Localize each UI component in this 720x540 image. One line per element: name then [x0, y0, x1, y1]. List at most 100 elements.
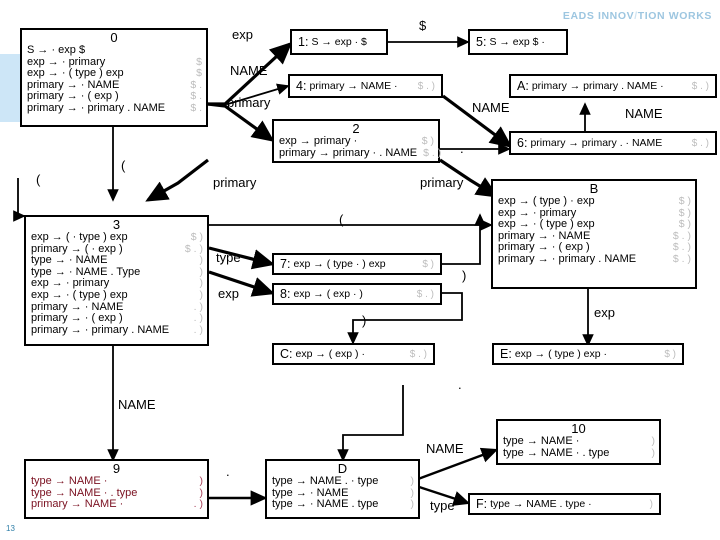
lookahead: $ . )	[416, 288, 434, 300]
state-node-4[interactable]: 4: primary → NAME · $ . )	[288, 74, 443, 98]
state-A-content: A: primary → primary . NAME · $ . )	[511, 76, 715, 96]
state-9-items: type → NAME ·) type → NAME · . type) pri…	[26, 475, 207, 512]
lookahead: )	[649, 498, 653, 510]
edge-label-rparen-8-C: )	[362, 313, 367, 328]
state-node-6[interactable]: 6: primary → primary . · NAME $ . )	[509, 131, 717, 155]
state-9-title: 9	[112, 461, 121, 476]
state-E-content: E: exp → ( type ) exp · $ )	[494, 345, 682, 363]
state-8-content: 8: exp → ( exp · ) $ . )	[274, 285, 440, 303]
state-node-3[interactable]: 3 exp → ( · type ) exp $ ) primary → ( · …	[24, 215, 209, 346]
state-0-title: 0	[110, 30, 118, 45]
production: S → · exp $	[27, 44, 86, 56]
item-row: exp → ( type ) · exp $ )	[498, 195, 691, 208]
state-node-C[interactable]: C: exp → ( exp ) · $ . )	[272, 343, 435, 365]
state-D-title: D	[337, 461, 348, 476]
lookahead: . )	[193, 498, 203, 511]
state-node-2[interactable]: 2 exp → primary · $ ) primary → primary ·…	[272, 119, 441, 163]
state-node-E[interactable]: E: exp → ( type ) exp · $ )	[492, 343, 684, 365]
state-7-content: 7: exp → ( type · ) exp $ )	[274, 255, 440, 273]
lookahead: $ )	[190, 231, 203, 243]
state-1-content: 1: S → exp · $	[292, 31, 386, 53]
state-5-content: 5: S → exp $ ·	[470, 31, 566, 53]
lookahead: $ )	[678, 195, 691, 207]
state-node-9[interactable]: 9 type → NAME ·) type → NAME · . type) p…	[24, 459, 209, 519]
production: exp → ( type · ) exp	[293, 258, 386, 270]
state-node-8[interactable]: 8: exp → ( exp · ) $ . )	[272, 283, 442, 305]
production: exp → primary ·	[279, 135, 358, 147]
state-label: 5:	[476, 35, 487, 49]
item-row: S → · exp $	[27, 44, 202, 57]
edge-label-paren-0-3: (	[121, 158, 126, 173]
edge-label-exp-B-E: exp	[594, 305, 615, 320]
state-label: 8:	[280, 287, 291, 301]
production: type → NAME · . type	[503, 446, 610, 459]
edge-label-name-3-9: NAME	[118, 397, 156, 412]
state-node-1[interactable]: 1: S → exp · $	[290, 29, 388, 55]
lookahead: $ . )	[691, 137, 709, 149]
lookahead: )	[410, 475, 415, 487]
edge-label-dollar-1-5: $	[419, 18, 427, 33]
edge-label-name-D-10: NAME	[426, 441, 464, 456]
production: primary → NAME ·	[309, 80, 398, 92]
edge-label-primary-0-2: primary	[227, 95, 271, 110]
edge-label-name-4-6: NAME	[472, 100, 510, 115]
item-row: type → NAME . · type)	[272, 475, 415, 488]
production: primary → · primary . NAME	[27, 101, 166, 114]
lookahead: $ )	[664, 348, 676, 360]
lookahead: $ . )	[409, 348, 427, 360]
state-2-items: exp → primary · $ ) primary → primary · .…	[274, 135, 441, 160]
state-2-title: 2	[352, 121, 360, 136]
lookahead: . )	[193, 312, 203, 325]
production: exp → · ( type ) exp	[31, 288, 128, 301]
state-node-B[interactable]: B exp → ( type ) · exp $ ) exp → · primar…	[491, 179, 697, 289]
edge-label-name-6-A: NAME	[625, 106, 663, 121]
item-row: primary → · primary . NAME $ .	[27, 101, 202, 115]
state-label: 7:	[280, 257, 291, 271]
edge-label-dot-2-6: .	[460, 141, 464, 156]
state-3-title: 3	[112, 217, 121, 232]
item-row: primary → · primary . NAME . )	[31, 323, 203, 337]
production: primary → primary . · NAME	[530, 137, 663, 149]
production: exp → ( · type ) exp	[31, 231, 128, 243]
lookahead: )	[199, 475, 204, 487]
state-node-10[interactable]: 10 type → NAME ·) type → NAME · . type)	[496, 419, 661, 465]
lookahead: $ . )	[672, 252, 691, 265]
state-node-7[interactable]: 7: exp → ( type · ) exp $ )	[272, 253, 442, 275]
production: primary → · ( exp )	[31, 312, 123, 325]
production: type → · NAME . type	[272, 498, 379, 511]
production: exp → ( type ) exp ·	[514, 348, 608, 360]
state-label: A:	[517, 79, 529, 93]
state-label: F:	[476, 497, 488, 511]
item-row: exp → primary · $ )	[279, 135, 434, 148]
edge-label-type-3-7: type	[216, 250, 241, 265]
state-4-content: 4: primary → NAME · $ . )	[290, 76, 441, 96]
lookahead: )	[199, 288, 204, 301]
edge-label-paren-left: (	[36, 172, 41, 187]
production: primary → NAME ·	[31, 498, 124, 511]
state-node-0[interactable]: 0 S → · exp $ exp → · primary $ exp → · (…	[20, 28, 208, 127]
item-row: type → NAME · . type)	[503, 446, 655, 460]
item-row: type → · NAME . type)	[272, 499, 414, 511]
lookahead: )	[410, 498, 415, 511]
state-B-title: B	[589, 181, 599, 196]
item-row: type → NAME ·)	[31, 475, 204, 488]
automaton-diagram: EADS INNOV/TION WORKS exp $ NAME primary…	[0, 0, 720, 540]
state-B-items: exp → ( type ) · exp $ ) exp → · primary $…	[493, 195, 695, 267]
lookahead: $ .	[190, 101, 202, 114]
production: primary → primary · . NAME	[279, 146, 418, 159]
production: primary → · primary . NAME	[31, 323, 170, 336]
state-node-5[interactable]: 5: S → exp $ ·	[468, 29, 568, 55]
lookahead: . )	[193, 323, 203, 336]
state-10-items: type → NAME ·) type → NAME · . type)	[498, 435, 659, 460]
state-node-A[interactable]: A: primary → primary . NAME · $ . )	[509, 74, 717, 98]
state-label: E:	[500, 347, 512, 361]
production: S → exp $ ·	[489, 36, 545, 48]
state-3-items: exp → ( · type ) exp $ ) primary → ( · ex…	[26, 231, 207, 337]
item-row: primary → primary · . NAME $ . )	[279, 146, 441, 160]
state-node-F[interactable]: F: type → NAME . type · )	[468, 493, 661, 515]
state-node-D[interactable]: D type → NAME . · type) type → · NAME) t…	[265, 459, 420, 519]
state-6-content: 6: primary → primary . · NAME $ . )	[511, 133, 715, 153]
production: primary → primary . NAME ·	[531, 80, 664, 92]
item-row: type → NAME ·)	[503, 435, 655, 448]
edge-label-paren-3-B: (	[339, 212, 344, 227]
